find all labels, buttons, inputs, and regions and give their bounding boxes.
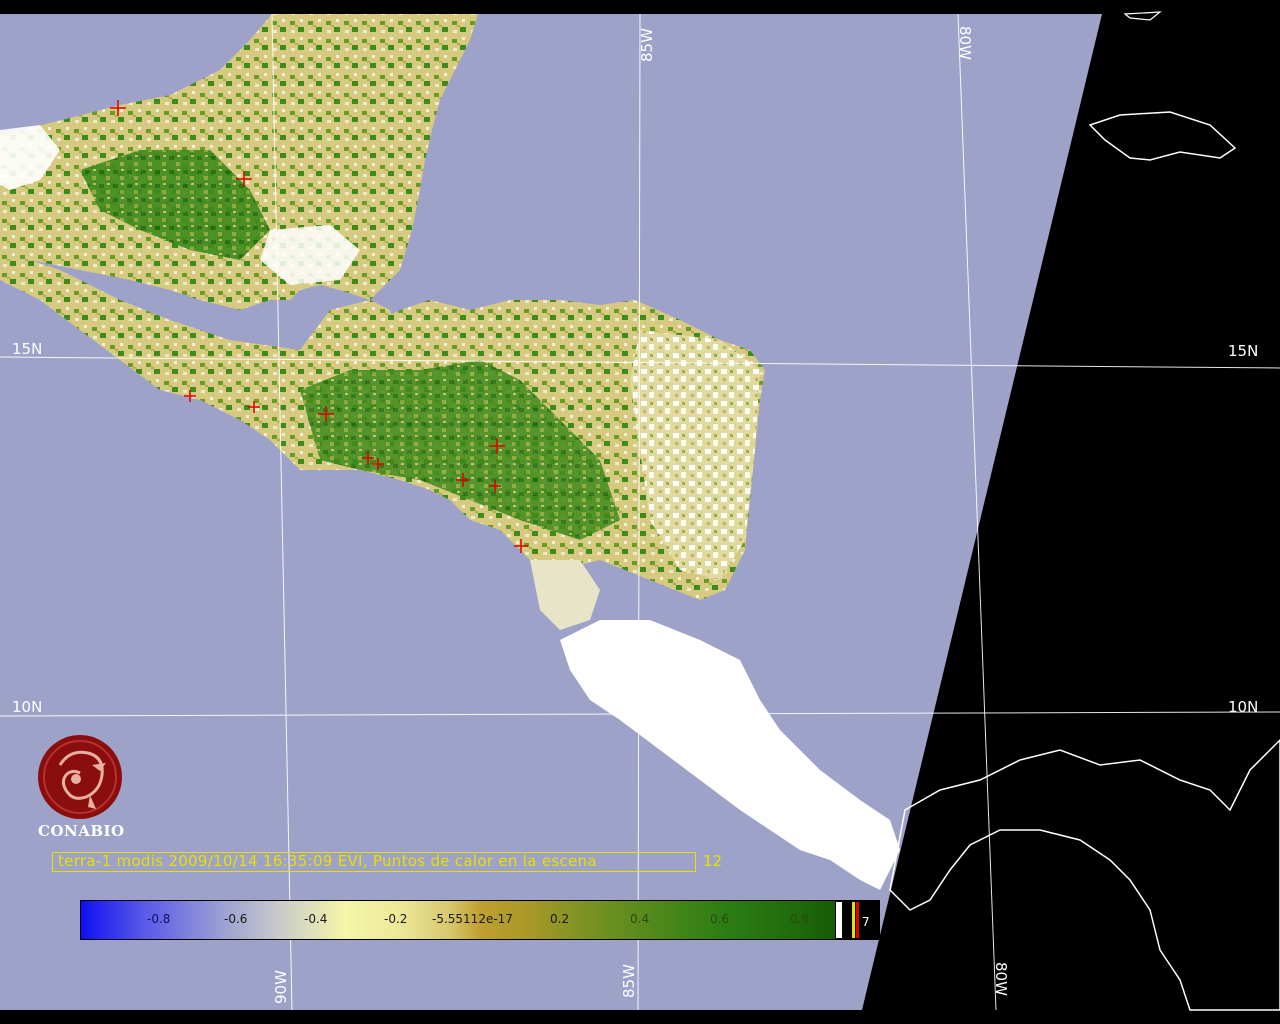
colorbar-tick: -0.6	[224, 912, 248, 926]
colorbar-tick: -0.4	[304, 912, 328, 926]
lon-label-top-80w: 80W	[956, 26, 974, 60]
scene-caption: terra-1 modis 2009/10/14 16:35:09 EVI, P…	[58, 852, 597, 870]
panama-outline	[889, 738, 1280, 1011]
lon-label-top-85w: 85W	[638, 28, 656, 62]
colorbar-yellow-marker	[852, 902, 855, 938]
colorbar-extra-label: 7	[862, 915, 870, 929]
lon-label-bottom-85w: 85W	[620, 964, 638, 998]
colorbar-tick: 0.8	[790, 912, 810, 926]
lon-label-bottom-80w: 80W	[992, 962, 1010, 996]
colorbar-tick: 0.2	[550, 912, 570, 926]
colorbar-white-marker	[836, 902, 842, 938]
colorbar-tick: -0.8	[147, 912, 171, 926]
lat-label-right-15n: 15N	[1228, 342, 1258, 360]
colorbar-tick: -0.2	[384, 912, 408, 926]
lat-label-left-10n: 10N	[12, 698, 42, 716]
lat-label-right-10n: 10N	[1228, 698, 1258, 716]
colorbar-tick: 0.6	[710, 912, 730, 926]
colorbar-tick: 0.4	[630, 912, 650, 926]
cuba-fragment	[1123, 11, 1162, 21]
lon-label-bottom-90w: 90W	[272, 970, 290, 1004]
lat-label-left-15n: 15N	[12, 340, 42, 358]
colorbar-tick: -5.55112e-17	[432, 912, 513, 926]
conabio-logo-text: CONABIO	[38, 822, 125, 840]
hotspot-count: 12	[703, 852, 723, 870]
colorbar-red-marker	[856, 902, 859, 938]
jamaica-outline	[1088, 111, 1237, 161]
